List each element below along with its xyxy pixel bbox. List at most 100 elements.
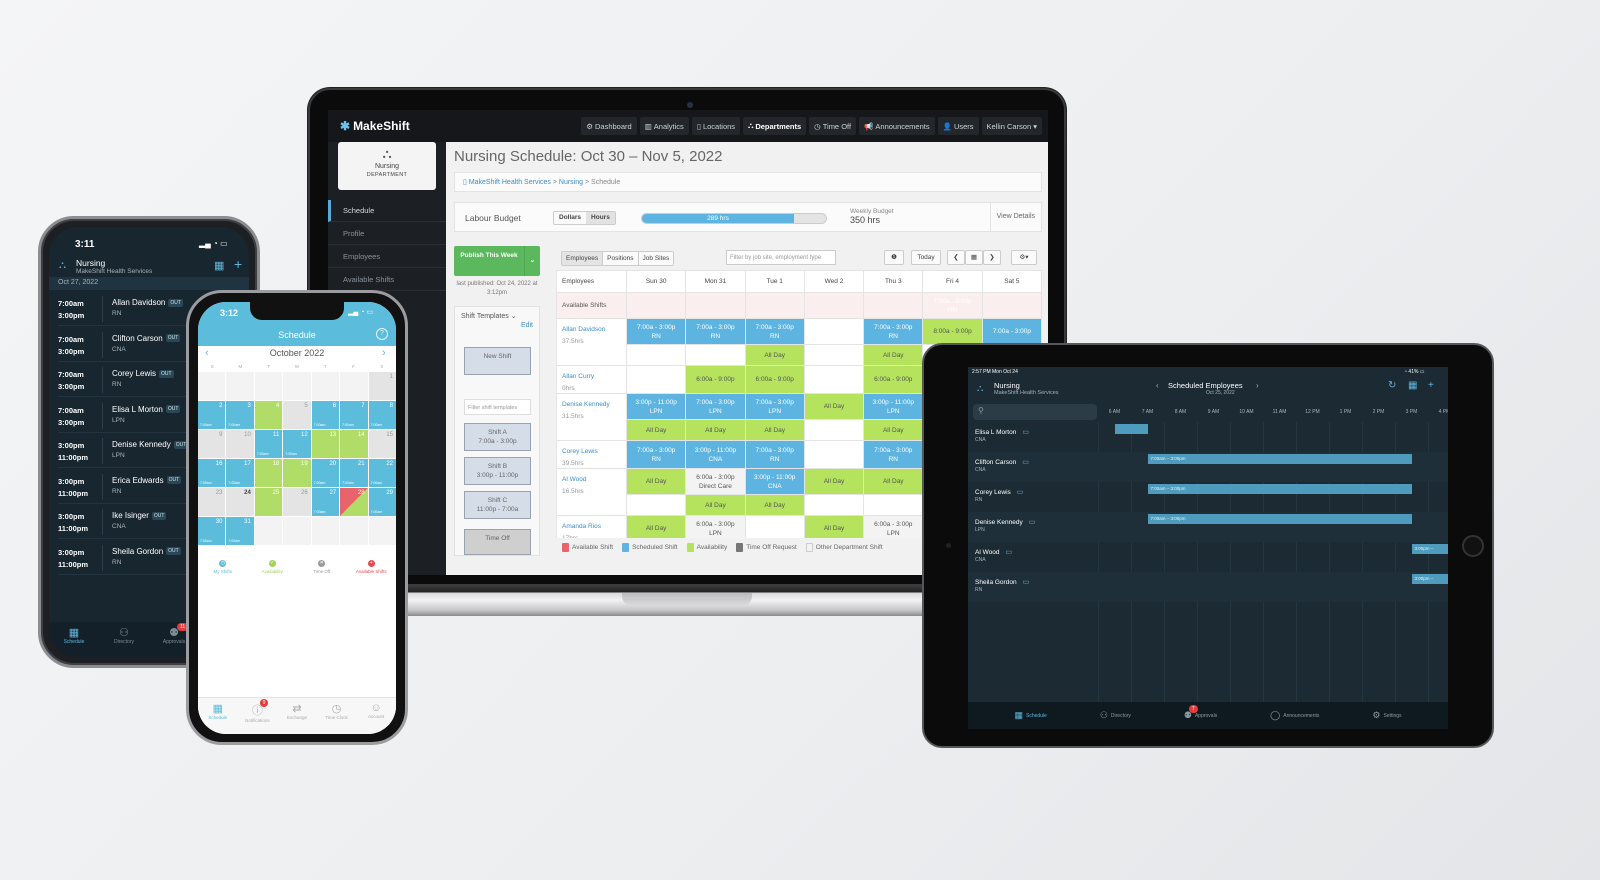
empty-cell[interactable] [685, 344, 746, 366]
day-column-header[interactable]: Thu 3 [863, 270, 924, 293]
calendar-icon[interactable]: ▦ [214, 259, 224, 272]
tab-approvals[interactable]: ⚉ Approvals 7 [1184, 705, 1217, 721]
search-input[interactable]: ⚲ [973, 404, 1097, 420]
shift-bar[interactable]: 7:00am – 3:00pm [1147, 484, 1412, 494]
employee-name-link[interactable]: Amanda Rios [562, 522, 626, 531]
shift-cell[interactable]: 7:00a - 3:00p RN [625, 318, 687, 345]
shift-cell[interactable]: 3:00p - 11:00p CNA [744, 468, 805, 495]
message-icon[interactable]: ▭ [1022, 429, 1029, 436]
shift-cell[interactable]: 7:00a - 3:00p RN [863, 318, 924, 345]
empty-cell[interactable] [803, 440, 865, 469]
legend-my-shifts[interactable]: ◷ My Shifts [198, 560, 248, 574]
shift-template-3[interactable]: Shift C 11:00p - 7:00a [464, 491, 531, 519]
nav-time-off[interactable]: ◷ Time Off [809, 117, 857, 135]
tab-schedule[interactable]: ▦ Schedule [198, 698, 238, 734]
shift-cell[interactable]: All Day [685, 494, 746, 516]
empty-cell[interactable] [625, 365, 687, 394]
calendar-day[interactable]: 13 [311, 430, 340, 458]
shift-cell[interactable]: All Day [803, 393, 865, 420]
shift-cell[interactable]: All Day [744, 419, 805, 441]
shift-cell[interactable]: All Day [803, 515, 865, 538]
nav-locations[interactable]: ▯ Locations [691, 117, 741, 135]
calendar-day[interactable]: 7 7:00am [340, 401, 368, 429]
shift-cell[interactable]: 6:00a - 3:00p Direct Care [685, 468, 746, 495]
calendar-day[interactable]: 23 [198, 488, 226, 516]
tab-announcements[interactable]: ◯ Announcements [1270, 710, 1319, 721]
add-icon[interactable]: + [1428, 380, 1434, 391]
day-column-header[interactable]: Mon 31 [685, 270, 746, 293]
calendar-day[interactable]: 4 [254, 401, 283, 429]
employee-timeline-row[interactable]: Denise Kennedy ▭ LPN 7:00am – 3:00pm [968, 512, 1448, 542]
tab-account[interactable]: ☺ Account [356, 698, 396, 734]
day-column-header[interactable]: Wed 2 [803, 270, 865, 293]
employees-view-tab[interactable]: Employees [562, 252, 604, 265]
calendar-day[interactable]: 12 7:00am [283, 430, 311, 458]
shift-template-2[interactable]: Shift B 3:00p - 11:00p [464, 457, 531, 485]
calendar-day[interactable]: 31 7:00am [226, 517, 254, 545]
calendar-day[interactable]: 17 7:00am [226, 459, 254, 487]
time-off-template[interactable]: Time Off [464, 529, 531, 555]
shift-cell[interactable]: 8:00a - 9:00p [922, 318, 983, 345]
sidebar-item-profile[interactable]: Profile [328, 223, 446, 245]
message-icon[interactable]: ▭ [1005, 549, 1012, 556]
shift-template-1[interactable]: Shift A 7:00a - 3:00p [464, 423, 531, 451]
nav-announcements[interactable]: 📢 Announcements [859, 117, 935, 135]
new-shift-button[interactable]: New Shift [464, 347, 531, 375]
calendar-day[interactable]: 9 [198, 430, 226, 458]
job-sites-view-tab[interactable]: Job Sites [638, 252, 674, 265]
employee-timeline-row[interactable]: Corey Lewis ▭ RN 7:00am – 3:00pm [968, 482, 1448, 512]
nav-users[interactable]: 👤 Users [937, 117, 979, 135]
legend-available-shifts[interactable]: + Available Shifts [347, 560, 397, 574]
tab-directory[interactable]: ⚇ Directory [99, 622, 149, 657]
shift-cell[interactable]: 7:00a - 3:00p RN [744, 318, 805, 345]
settings-gear-button[interactable]: ⚙▾ [1011, 250, 1037, 265]
tab-directory[interactable]: ⚇ Directory [1100, 710, 1131, 721]
shift-cell[interactable]: 3:00p - 11:00p LPN [863, 393, 924, 420]
day-column-header[interactable]: Tue 1 [744, 270, 805, 293]
message-icon[interactable]: ▭ [1022, 459, 1029, 466]
calendar-picker-button[interactable]: ▦ [965, 250, 983, 265]
calendar-day[interactable]: 14 [340, 430, 368, 458]
edit-templates-link[interactable]: Edit [455, 320, 539, 329]
calendar-day[interactable]: 20 7:00am [311, 459, 340, 487]
tab-time-clock[interactable]: ◷ Time Clock [317, 698, 357, 734]
nav-kellin-carson[interactable]: Kellin Carson ▾ [981, 117, 1042, 135]
tab-notifications[interactable]: ⓘ Notifications 9 [238, 698, 278, 734]
schedule-filter-input[interactable]: Filter by job site, employment type [726, 250, 836, 265]
prev-week-button[interactable]: ❮ [947, 250, 965, 265]
calendar-day[interactable]: 18 [254, 459, 283, 487]
shift-cell[interactable]: 7:00a - 3:00p RN [625, 440, 687, 469]
publish-week-button[interactable]: Publish This Week ⌄ [454, 246, 540, 276]
shift-cell[interactable]: 6:00a - 9:00p [744, 365, 805, 394]
calendar-day[interactable]: 25 [254, 488, 283, 516]
calendar-day[interactable]: 16 7:00am [198, 459, 226, 487]
shift-bar[interactable]: 3:00pm – [1411, 544, 1448, 554]
empty-cell[interactable] [625, 344, 687, 366]
shift-bar[interactable]: 7:00am – 3:00pm [1147, 454, 1412, 464]
calendar-icon[interactable]: ▦ [1408, 380, 1417, 391]
next-month-icon[interactable]: › [382, 347, 386, 359]
calendar-day[interactable]: 24 [226, 488, 254, 516]
employee-timeline-row[interactable]: Al Wood ▭ CNA 3:00pm – [968, 542, 1448, 572]
shift-cell[interactable]: 7:00a - 3:00p LPN [744, 393, 805, 420]
calendar-day[interactable]: 3 7:00am [226, 401, 254, 429]
shift-cell[interactable]: 7:00a - 3:00p RN [744, 440, 805, 469]
breadcrumb-root[interactable]: MakeShift Health Services [469, 179, 551, 186]
view-details-button[interactable]: View Details [989, 203, 1041, 231]
employee-name-link[interactable]: Denise Kennedy [562, 400, 626, 409]
tab-settings[interactable]: ⚙ Settings [1372, 710, 1401, 721]
employee-name-link[interactable]: Al Wood [562, 475, 626, 484]
empty-cell[interactable] [803, 494, 865, 516]
calendar-day[interactable]: 22 7:00am [368, 459, 396, 487]
day-column-header[interactable]: Fri 4 [922, 270, 983, 293]
nav-departments[interactable]: ⛬ Departments [743, 117, 807, 135]
help-icon[interactable]: ? [376, 328, 388, 340]
tab-exchange[interactable]: ⇄ Exchange [277, 698, 317, 734]
employee-name-link[interactable]: Corey Lewis [562, 447, 626, 456]
employee-timeline-row[interactable]: Clifton Carson ▭ CNA 7:00am – 3:00pm [968, 452, 1448, 482]
calendar-day[interactable]: 10 [226, 430, 254, 458]
breadcrumb-dept[interactable]: Nursing [559, 179, 583, 186]
shift-cell[interactable]: 6:00a - 9:00p [685, 365, 746, 394]
template-filter-input[interactable]: Filter shift templates [464, 399, 531, 415]
calendar-day[interactable]: 21 7:00am [340, 459, 368, 487]
